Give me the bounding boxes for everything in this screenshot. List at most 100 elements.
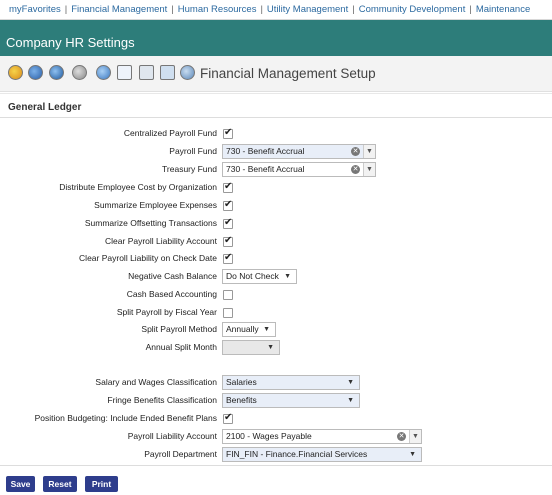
clear-liability-account-row: Clear Payroll Liability Account bbox=[0, 235, 552, 249]
calendar-icon[interactable] bbox=[117, 65, 132, 80]
summarize-expenses-row: Summarize Employee Expenses bbox=[0, 199, 552, 213]
position-budgeting-label: Position Budgeting: Include Ended Benefi… bbox=[34, 413, 217, 423]
salary-classification-select[interactable]: Salaries ▼ bbox=[222, 375, 360, 390]
nav-separator: | bbox=[171, 4, 174, 15]
clear-icon[interactable]: ✕ bbox=[351, 147, 360, 156]
nav-human-resources[interactable]: Human Resources bbox=[178, 4, 257, 15]
clear-liability-check-date-row: Clear Payroll Liability on Check Date bbox=[0, 252, 552, 266]
payroll-fund-label: Payroll Fund bbox=[169, 146, 217, 156]
treasury-fund-value: 730 - Benefit Accrual bbox=[226, 164, 305, 174]
payroll-department-select[interactable]: FIN_FIN - Finance.Financial Services ▼ bbox=[222, 447, 422, 462]
fringe-classification-row: Fringe Benefits Classification Benefits … bbox=[0, 393, 552, 408]
negative-cash-balance-value: Do Not Check bbox=[226, 271, 279, 281]
nav-separator: | bbox=[64, 4, 68, 15]
nav-financial-management[interactable]: Financial Management bbox=[71, 4, 167, 15]
refresh-icon[interactable] bbox=[49, 65, 64, 80]
chevron-down-icon: ▼ bbox=[347, 379, 354, 386]
treasury-fund-combobox[interactable]: 730 - Benefit Accrual ✕ ▼ bbox=[222, 162, 376, 177]
settings-icon[interactable] bbox=[180, 65, 195, 80]
toolbar: Financial Management Setup bbox=[0, 56, 552, 92]
lock-icon[interactable] bbox=[72, 65, 87, 80]
chevron-down-icon: ▼ bbox=[284, 273, 291, 280]
nav-myfavorites[interactable]: myFavorites bbox=[9, 4, 61, 15]
nav-separator: | bbox=[260, 4, 263, 15]
chevron-down-icon: ▼ bbox=[409, 451, 416, 458]
save-button[interactable]: Save bbox=[6, 476, 35, 492]
fringe-classification-select[interactable]: Benefits ▼ bbox=[222, 393, 360, 408]
report-icon[interactable] bbox=[139, 65, 154, 80]
position-budgeting-row: Position Budgeting: Include Ended Benefi… bbox=[0, 412, 552, 426]
summarize-expenses-checkbox[interactable] bbox=[223, 199, 233, 211]
title-bar: Company HR Settings bbox=[0, 20, 552, 56]
payroll-fund-combobox[interactable]: 730 - Benefit Accrual ✕ ▼ bbox=[222, 144, 376, 159]
cash-based-accounting-row: Cash Based Accounting bbox=[0, 288, 552, 302]
general-ledger-section: General Ledger Centralized Payroll Fund … bbox=[0, 93, 552, 465]
split-payroll-method-row: Split Payroll Method Annually ▼ bbox=[0, 322, 552, 337]
chevron-down-icon: ▼ bbox=[347, 397, 354, 404]
split-payroll-method-label: Split Payroll Method bbox=[141, 324, 217, 334]
payroll-liability-account-combobox[interactable]: 2100 - Wages Payable ✕ ▼ bbox=[222, 429, 422, 444]
treasury-fund-label: Treasury Fund bbox=[162, 164, 217, 174]
centralized-payroll-fund-label: Centralized Payroll Fund bbox=[123, 128, 217, 138]
payroll-liability-account-value: 2100 - Wages Payable bbox=[226, 431, 312, 441]
split-fiscal-year-row: Split Payroll by Fiscal Year bbox=[0, 306, 552, 320]
distribute-cost-row: Distribute Employee Cost by Organization bbox=[0, 181, 552, 195]
help-icon[interactable] bbox=[8, 65, 23, 80]
summarize-expenses-label: Summarize Employee Expenses bbox=[94, 200, 217, 210]
clear-liability-check-date-label: Clear Payroll Liability on Check Date bbox=[79, 253, 217, 263]
payroll-department-label: Payroll Department bbox=[144, 449, 217, 459]
negative-cash-balance-row: Negative Cash Balance Do Not Check ▼ bbox=[0, 269, 552, 284]
payroll-department-row: Payroll Department FIN_FIN - Finance.Fin… bbox=[0, 447, 552, 462]
payroll-fund-row: Payroll Fund 730 - Benefit Accrual ✕ ▼ bbox=[0, 144, 552, 159]
chevron-down-icon[interactable]: ▼ bbox=[363, 163, 375, 176]
centralized-payroll-fund-checkbox[interactable] bbox=[223, 127, 233, 139]
fringe-classification-label: Fringe Benefits Classification bbox=[107, 395, 217, 405]
negative-cash-balance-label: Negative Cash Balance bbox=[128, 271, 217, 281]
history-icon[interactable] bbox=[96, 65, 111, 80]
page-title: Company HR Settings bbox=[6, 35, 135, 50]
split-payroll-method-select[interactable]: Annually ▼ bbox=[222, 322, 276, 337]
salary-classification-row: Salary and Wages Classification Salaries… bbox=[0, 375, 552, 390]
fringe-classification-value: Benefits bbox=[226, 395, 257, 405]
annual-split-month-label: Annual Split Month bbox=[145, 342, 217, 352]
position-budgeting-checkbox[interactable] bbox=[223, 412, 233, 424]
chevron-down-icon[interactable]: ▼ bbox=[409, 430, 421, 443]
negative-cash-balance-select[interactable]: Do Not Check ▼ bbox=[222, 269, 297, 284]
chevron-down-icon[interactable]: ▼ bbox=[363, 145, 375, 158]
summarize-offsetting-row: Summarize Offsetting Transactions bbox=[0, 217, 552, 231]
summarize-offsetting-checkbox[interactable] bbox=[223, 217, 233, 229]
clear-icon[interactable]: ✕ bbox=[351, 165, 360, 174]
book-icon[interactable] bbox=[160, 65, 175, 80]
summarize-offsetting-label: Summarize Offsetting Transactions bbox=[84, 218, 217, 228]
payroll-liability-account-label: Payroll Liability Account bbox=[127, 431, 217, 441]
chevron-down-icon: ▼ bbox=[267, 344, 274, 351]
annual-split-month-select[interactable]: ▼ bbox=[222, 340, 280, 355]
salary-classification-value: Salaries bbox=[226, 377, 257, 387]
distribute-cost-checkbox[interactable] bbox=[223, 181, 233, 193]
reset-button[interactable]: Reset bbox=[43, 476, 77, 492]
nav-separator: | bbox=[469, 4, 472, 15]
nav-utility-management[interactable]: Utility Management bbox=[267, 4, 348, 15]
top-navigation: myFavorites | Financial Management | Human R… bbox=[0, 0, 552, 20]
action-bar: Save Reset Print bbox=[0, 465, 552, 495]
nav-community-development[interactable]: Community Development bbox=[359, 4, 466, 15]
setup-heading: Financial Management Setup bbox=[200, 66, 376, 81]
salary-classification-label: Salary and Wages Classification bbox=[95, 377, 217, 387]
cash-based-accounting-label: Cash Based Accounting bbox=[126, 289, 217, 299]
print-button[interactable]: Print bbox=[85, 476, 118, 492]
annual-split-month-row: Annual Split Month ▼ bbox=[0, 340, 552, 355]
clear-liability-check-date-checkbox[interactable] bbox=[223, 252, 233, 264]
chevron-down-icon: ▼ bbox=[263, 326, 270, 333]
nav-separator: | bbox=[352, 4, 355, 15]
wizard-icon[interactable] bbox=[28, 65, 43, 80]
split-fiscal-year-checkbox[interactable] bbox=[223, 308, 233, 318]
split-fiscal-year-label: Split Payroll by Fiscal Year bbox=[116, 307, 217, 317]
section-title: General Ledger bbox=[8, 102, 82, 113]
split-payroll-method-value: Annually bbox=[226, 324, 259, 334]
nav-maintenance[interactable]: Maintenance bbox=[476, 4, 530, 15]
cash-based-accounting-checkbox[interactable] bbox=[223, 290, 233, 300]
clear-liability-account-checkbox[interactable] bbox=[223, 235, 233, 247]
centralized-payroll-fund-row: Centralized Payroll Fund bbox=[0, 127, 552, 141]
clear-icon[interactable]: ✕ bbox=[397, 432, 406, 441]
payroll-liability-account-row: Payroll Liability Account 2100 - Wages P… bbox=[0, 429, 552, 444]
